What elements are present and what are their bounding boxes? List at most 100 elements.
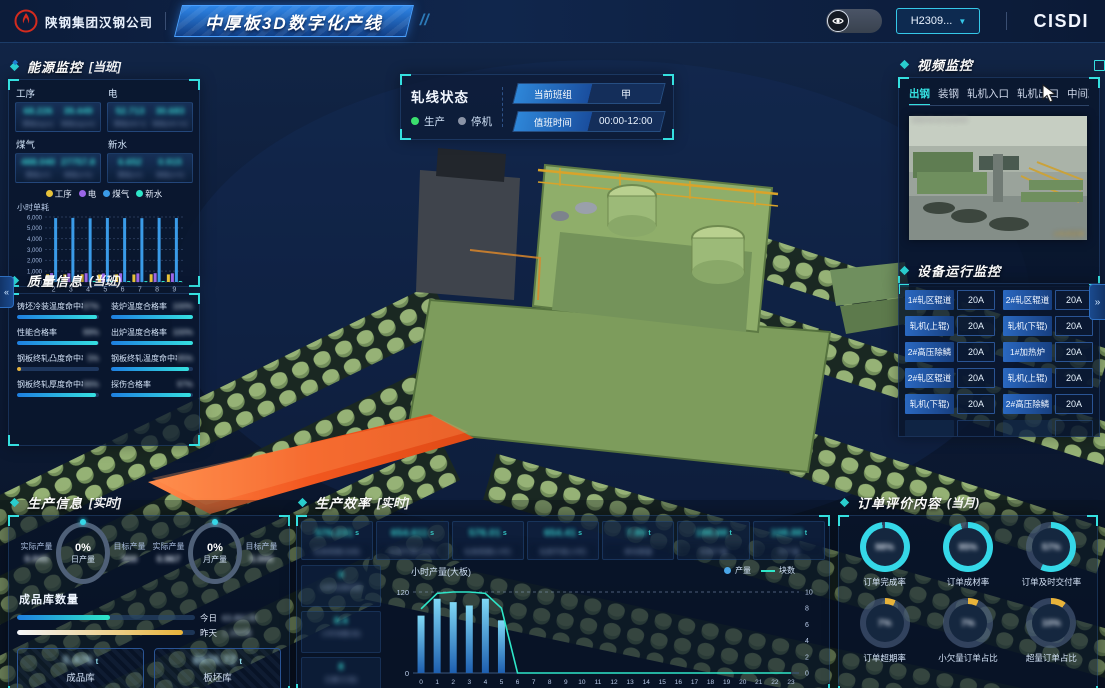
equipment-cell: 2#轧区辊道20A — [905, 368, 995, 388]
donut-ontime-delivery: 57%订单及时交付率 — [1010, 522, 1093, 588]
energy-chart-title: 小时单耗 — [17, 202, 193, 213]
svg-text:3,000: 3,000 — [27, 248, 43, 254]
svg-text:6: 6 — [805, 622, 809, 629]
hourly-chart-legend: 产量 块数 — [724, 565, 795, 576]
expand-icon[interactable] — [1094, 60, 1105, 71]
visibility-toggle[interactable] — [826, 9, 882, 33]
page-title: 中厚板3D数字化产线 — [205, 9, 383, 34]
svg-text:4: 4 — [805, 638, 809, 645]
svg-text:9: 9 — [564, 679, 568, 686]
svg-text:10: 10 — [578, 679, 586, 686]
svg-text:10: 10 — [805, 590, 813, 597]
efficiency-stat: 654.41s轧制节奏(小时) — [527, 521, 599, 560]
svg-text:12: 12 — [610, 679, 618, 686]
right-panel-collapse-handle[interactable]: » — [1089, 284, 1105, 320]
svg-text:0: 0 — [805, 671, 809, 678]
panel-title: 能源监控 — [27, 57, 83, 76]
current-shift-row: 当前班组 甲 — [512, 83, 665, 104]
energy-group-electric: 电 52.713累耗(kW·h) 30.683单耗(kW·h/t) — [107, 85, 193, 132]
eye-icon — [827, 10, 849, 32]
quality-item: 钢板终轧凸度命中率5% — [17, 353, 99, 371]
cisdi-logo: CISDI — [1033, 11, 1089, 32]
equipment-cell: 2#高压除鳞20A — [1003, 394, 1093, 414]
svg-text:120: 120 — [396, 588, 409, 597]
panel-energy-monitoring: 能源监控 [当班] 工序 68.226累耗(kgce) 39.449单耗(kgc… — [8, 58, 200, 287]
camera-label: 1#轧机区域 — [1053, 229, 1084, 238]
side-stat: 8.4小时块数(块) — [301, 611, 381, 653]
gauge-dot — [80, 519, 86, 525]
efficiency-stat: 198.88t班累产量 — [677, 521, 749, 560]
quality-item: 探伤合格率97% — [111, 379, 193, 397]
quality-item: 钢板终轧温度命中率95% — [111, 353, 193, 371]
tab-intermediate-cooling[interactable]: 中间冷 — [1067, 86, 1089, 101]
svg-text:16: 16 — [675, 679, 683, 686]
monthly-actual-output: 实际产量 0.967 — [149, 541, 188, 565]
svg-text:5: 5 — [500, 679, 504, 686]
svg-text:11: 11 — [595, 679, 602, 686]
energy-group-process: 工序 68.226累耗(kgce) 39.449单耗(kgce/t) — [15, 85, 101, 132]
finished-goods-card: 0.476t 成品库 — [17, 648, 144, 688]
panel-line-status: 轧线状态 生产 停机 当前班组 甲 值班时间 00:00-12:00 — [400, 74, 674, 140]
svg-text:2: 2 — [451, 679, 455, 686]
left-panel-collapse-handle[interactable]: « — [0, 276, 14, 308]
panel-title: 订单评价内容 — [857, 493, 941, 512]
quality-item: 装炉温度合格率100% — [111, 301, 193, 319]
tab-tapping[interactable]: 出钢 — [909, 86, 930, 101]
equipment-cell: 1#加热炉20A — [1003, 342, 1093, 362]
chevron-down-icon: ▼ — [958, 17, 966, 26]
equipment-cell: 1#轧区辊道20A — [905, 290, 995, 310]
svg-text:6: 6 — [516, 679, 520, 686]
efficiency-stat: 576.231s轧制周期(当班) — [301, 521, 373, 560]
svg-text:3: 3 — [467, 679, 471, 686]
energy-chart-legend: 工序 电 煤气 新水 — [15, 188, 193, 200]
panel-order-evaluation: 订单评价内容 (当月) 98%订单完成率 95%订单成材率 57%订单及时交付率… — [838, 494, 1098, 688]
svg-text:7: 7 — [532, 679, 536, 686]
efficiency-stat: 108.88t时产量 — [753, 521, 825, 560]
cctv-video-frame[interactable]: 2023-09-12 11:32:08 1#轧机区域 — [909, 116, 1087, 240]
svg-text:1: 1 — [435, 679, 439, 686]
svg-text:8: 8 — [548, 679, 552, 686]
donut-order-completion: 98%订单完成率 — [843, 522, 926, 588]
mouse-cursor — [1042, 84, 1056, 109]
daily-output-gauge: 0%日产量 — [56, 522, 110, 584]
efficiency-stat: 576.01s轧制周期(小时) — [452, 521, 524, 560]
efficiency-stat: 7.80t单块重量 — [602, 521, 674, 560]
topbar-divider — [165, 12, 166, 30]
monthly-target-output: 目标产量 5.000 — [242, 541, 281, 565]
side-stat: 02#炉出钢块数 — [301, 565, 381, 607]
equipment-cell: 轧机(上辊)20A — [1003, 368, 1093, 388]
panel-production-info: 生产信息 [实时] 实际产量 0.045 0%日产量 目标产量 900 实际产量… — [8, 494, 290, 688]
svg-text:15: 15 — [659, 679, 667, 686]
svg-text:14: 14 — [643, 679, 651, 686]
stopped-status-dot — [458, 117, 466, 125]
diamond-icon — [296, 496, 309, 509]
equipment-cell-partial — [905, 420, 995, 437]
svg-text:5,000: 5,000 — [27, 226, 43, 232]
diamond-icon — [8, 60, 21, 73]
device-select-dropdown[interactable]: H2309... ▼ — [896, 8, 980, 34]
inventory-bar-yesterday: 昨天 1.293块 — [17, 625, 281, 640]
efficiency-stat: 654.611s轧制节奏(当班) — [376, 521, 448, 560]
svg-text:2: 2 — [805, 654, 809, 661]
tab-mill-entry[interactable]: 轧机入口 — [967, 86, 1009, 101]
panel-quality-info: 质量信息 (当班) 铸坯冷装温度命中率97% 装炉温度合格率100% 性能合格率… — [8, 272, 200, 446]
company-logo: 陕钢集团汉钢公司 — [14, 9, 153, 33]
panel-equipment-monitoring: 设备运行监控 1#轧区辊道20A 2#轧区辊道20A 轧机(上辊)20A 轧机(… — [898, 262, 1100, 437]
hourly-output-chart: 1200024681001234567891011121314151617181… — [387, 578, 829, 688]
dashboard-root: { "topbar":{"company":"陕钢集团汉钢公司","title"… — [0, 0, 1105, 688]
equipment-cell: 轧机(下辊)20A — [1003, 316, 1093, 336]
svg-text:17: 17 — [691, 679, 699, 686]
equipment-cell: 2#轧区辊道20A — [1003, 290, 1093, 310]
divider — [502, 87, 503, 127]
svg-text:13: 13 — [627, 679, 635, 686]
diamond-icon — [898, 58, 911, 71]
gauge-dot — [212, 519, 218, 525]
inventory-bar-today: 今日 63.891块 — [17, 610, 281, 625]
cctv-still-image — [909, 116, 1087, 240]
donut-order-yield: 95%订单成材率 — [926, 522, 1009, 588]
daily-target-output: 目标产量 900 — [110, 541, 149, 565]
panel-title: 生产效率 — [315, 493, 371, 512]
side-stat: 8日累计(块) — [301, 657, 381, 688]
quality-item: 铸坯冷装温度命中率97% — [17, 301, 99, 319]
tab-charging[interactable]: 装钢 — [938, 86, 959, 101]
